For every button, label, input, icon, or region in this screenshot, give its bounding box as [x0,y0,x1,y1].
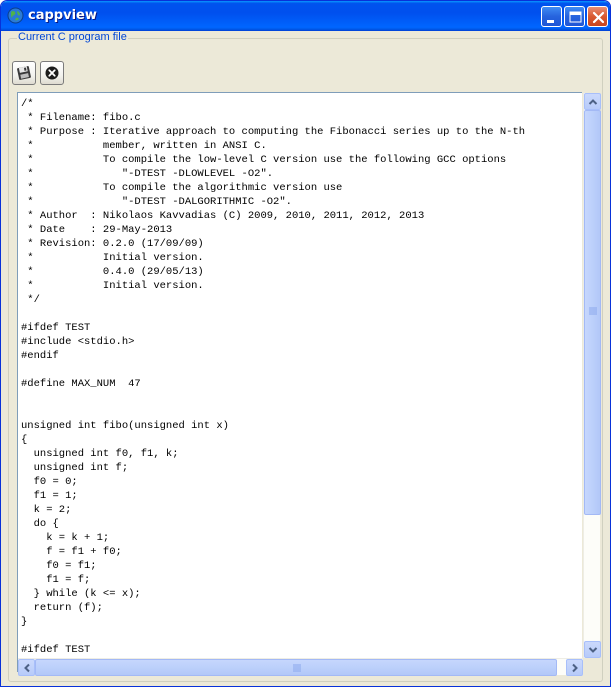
code-line: * Filename: fibo.c [21,112,141,124]
code-line: unsigned int f; [21,462,129,474]
code-line: unsigned int fibo(unsigned int x) [21,420,229,432]
chevron-down-icon [588,647,598,653]
horizontal-scrollbar[interactable] [18,658,583,676]
vertical-scroll-thumb[interactable] [584,110,601,515]
scroll-up-button[interactable] [584,93,601,110]
code-line: #include <stdio.h> [21,336,135,348]
code-line: } while (k <= x); [21,588,141,600]
minimize-button[interactable] [541,6,562,27]
code-line: * To compile the low-level C version use… [21,154,507,166]
code-line: f1 = f; [21,574,91,586]
close-circle-icon [45,66,59,80]
scroll-left-button[interactable] [18,659,35,676]
save-button[interactable] [12,61,36,85]
code-line: k = k + 1; [21,532,110,544]
title-bar[interactable]: cappview [1,1,610,31]
app-globe-icon [7,7,24,24]
code-line: f0 = 0; [21,476,78,488]
code-line: * To compile the algorithmic version use [21,182,343,194]
code-view[interactable]: /* * Filename: fibo.c * Purpose : Iterat… [18,93,582,658]
floppy-disk-icon [17,66,31,80]
code-line: return (f); [21,602,103,614]
minimize-icon [547,20,554,23]
code-line: { [21,434,28,446]
code-line: * Initial version. [21,252,204,264]
close-file-button[interactable] [40,61,64,85]
code-line: * Initial version. [21,280,204,292]
group-label: Current C program file [17,31,128,43]
code-line: #define MAX_NUM 47 [21,378,141,390]
horizontal-scroll-thumb[interactable] [35,659,557,676]
scrollbar-corner [583,658,600,675]
source-code-text[interactable]: /* * Filename: fibo.c * Purpose : Iterat… [21,97,525,657]
code-line: * Purpose : Iterative approach to comput… [21,126,526,138]
code-line: * Author : Nikolaos Kavvadias (C) 2009, … [21,210,425,222]
code-line: * 0.4.0 (29/05/13) [21,266,204,278]
code-line: f1 = 1; [21,490,78,502]
code-line: * Revision: 0.2.0 (17/09/09) [21,238,204,250]
code-editor[interactable]: /* * Filename: fibo.c * Purpose : Iterat… [17,92,601,676]
app-window: cappview Current C program file /* * Fil… [0,0,611,687]
vertical-scrollbar[interactable] [583,93,601,658]
scroll-right-button[interactable] [566,659,583,676]
code-line: #ifdef TEST [21,322,91,334]
code-line: } [21,616,28,628]
code-line: unsigned int f0, f1, k; [21,448,179,460]
code-line: * Date : 29-May-2013 [21,224,173,236]
code-line: #endif [21,350,59,362]
close-window-button[interactable] [587,6,608,27]
code-line: * "-DTEST -DLOWLEVEL -O2". [21,168,274,180]
window-client-area: Current C program file /* * Filename: fi… [4,31,607,685]
grip-icon [293,664,301,672]
code-line: */ [21,294,40,306]
chevron-left-icon [24,663,30,673]
code-line: k = 2; [21,504,72,516]
code-line: f = f1 + f0; [21,546,122,558]
code-line: * member, written in ANSI C. [21,140,267,152]
code-line: /* [21,98,34,110]
code-line: * "-DTEST -DALGORITHMIC -O2". [21,196,292,208]
maximize-icon [569,11,582,23]
scroll-down-button[interactable] [584,641,601,658]
close-icon [592,11,605,24]
maximize-button[interactable] [564,6,585,27]
window-title: cappview [28,8,97,23]
chevron-right-icon [572,663,578,673]
grip-icon [589,307,597,315]
code-line: #ifdef TEST [21,644,91,656]
code-line: do { [21,518,59,530]
code-line: f0 = f1; [21,560,97,572]
chevron-up-icon [588,99,598,105]
